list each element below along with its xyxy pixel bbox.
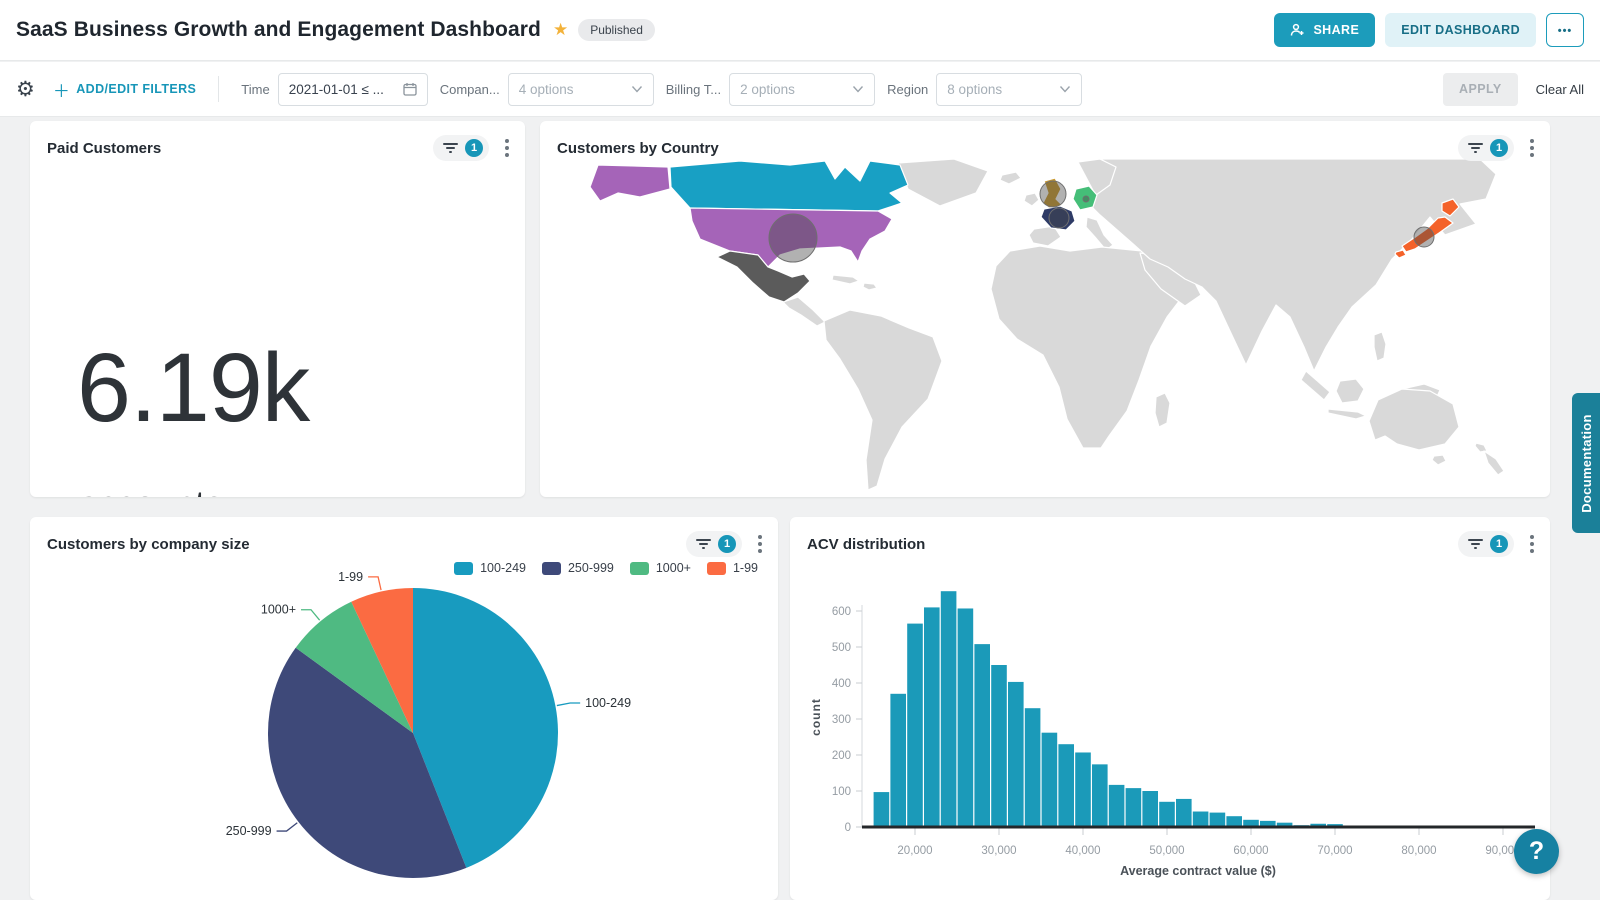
filter-lines-icon: [443, 142, 458, 154]
plus-icon: ＋: [53, 77, 70, 102]
filter-settings-gear-icon[interactable]: ⚙: [16, 77, 35, 102]
kpi-unit: accounts: [79, 483, 223, 497]
svg-text:400: 400: [832, 678, 851, 690]
legend-item[interactable]: 250-999: [542, 561, 614, 575]
time-filter-input[interactable]: 2021-01-01 ≤ ...: [278, 73, 428, 106]
panel-title: Paid Customers: [47, 140, 161, 157]
edit-dashboard-button[interactable]: EDIT DASHBOARD: [1385, 13, 1536, 47]
chevron-down-icon: [631, 85, 643, 93]
ellipsis-icon: •••: [1558, 25, 1573, 37]
filter-label-region: Region: [887, 82, 928, 97]
widget-filter-chip[interactable]: 1: [433, 135, 489, 161]
panel-title: Customers by company size: [47, 536, 250, 553]
svg-text:600: 600: [832, 606, 851, 618]
panel-title: Customers by Country: [557, 140, 719, 157]
widget-filter-chip[interactable]: 1: [1458, 531, 1514, 557]
svg-text:70,000: 70,000: [1317, 845, 1352, 857]
legend-swatch: [630, 562, 649, 575]
filter-group-time: Time 2021-01-01 ≤ ...: [241, 73, 427, 106]
customers-by-country-panel: Customers by Country 1: [540, 121, 1550, 497]
company-filter-select[interactable]: 4 options: [508, 73, 654, 106]
svg-text:20,000: 20,000: [897, 845, 932, 857]
svg-text:30,000: 30,000: [981, 845, 1016, 857]
svg-text:100-249: 100-249: [585, 696, 631, 710]
acv-histogram-chart[interactable]: 0 100 200 300 400 500 600 20,000 30,000 40,000 50,…: [790, 517, 1550, 900]
legend-label: 100-249: [480, 561, 526, 575]
paid-customers-panel: Paid Customers 1 6.19k accounts: [30, 121, 525, 497]
help-button[interactable]: ?: [1514, 829, 1559, 874]
svg-text:500: 500: [832, 642, 851, 654]
svg-text:0: 0: [845, 822, 851, 834]
svg-text:50,000: 50,000: [1149, 845, 1184, 857]
question-mark-icon: ?: [1529, 837, 1544, 866]
app-header: SaaS Business Growth and Engagement Dash…: [0, 0, 1600, 61]
filter-count-badge: 1: [465, 139, 483, 157]
chevron-down-icon: [1059, 85, 1071, 93]
clear-all-button[interactable]: Clear All: [1536, 82, 1584, 97]
favorite-star-icon[interactable]: ★: [553, 20, 568, 40]
published-badge: Published: [578, 19, 655, 41]
share-icon: [1290, 23, 1305, 37]
svg-text:1-99: 1-99: [338, 570, 363, 584]
filter-lines-icon: [1468, 142, 1483, 154]
legend-item[interactable]: 1-99: [707, 561, 758, 575]
svg-text:100: 100: [832, 786, 851, 798]
svg-text:200: 200: [832, 750, 851, 762]
filter-group-billing: Billing T... 2 options: [666, 73, 875, 106]
widget-menu-kebab-icon[interactable]: [1528, 533, 1536, 555]
chevron-down-icon: [852, 85, 864, 93]
panel-title: ACV distribution: [807, 536, 925, 553]
filter-label-company: Compan...: [440, 82, 500, 97]
widget-filter-chip[interactable]: 1: [686, 531, 742, 557]
kpi-value: 6.19k: [77, 339, 309, 436]
region-filter-select[interactable]: 8 options: [936, 73, 1082, 106]
filter-lines-icon: [1468, 538, 1483, 550]
header-more-button[interactable]: •••: [1546, 13, 1584, 47]
share-button[interactable]: SHARE: [1274, 13, 1375, 47]
widget-filter-chip[interactable]: 1: [1458, 135, 1514, 161]
pie-legend: 100-249 250-999 1000+ 1-99: [454, 561, 758, 575]
widget-menu-kebab-icon[interactable]: [1528, 137, 1536, 159]
filter-label-billing: Billing T...: [666, 82, 721, 97]
apply-button[interactable]: APPLY: [1443, 73, 1518, 106]
svg-text:300: 300: [832, 714, 851, 726]
widget-menu-kebab-icon[interactable]: [503, 137, 511, 159]
filter-label-time: Time: [241, 82, 269, 97]
legend-swatch: [707, 562, 726, 575]
legend-label: 250-999: [568, 561, 614, 575]
filter-count-badge: 1: [1490, 139, 1508, 157]
legend-label: 1000+: [656, 561, 691, 575]
calendar-icon: [403, 82, 417, 96]
svg-text:80,000: 80,000: [1401, 845, 1436, 857]
svg-text:250-999: 250-999: [226, 824, 272, 838]
divider: [218, 76, 219, 102]
dashboard-title: SaaS Business Growth and Engagement Dash…: [16, 18, 541, 42]
add-edit-filters-button[interactable]: ＋ ADD/EDIT FILTERS: [53, 77, 196, 102]
legend-label: 1-99: [733, 561, 758, 575]
filter-count-badge: 1: [1490, 535, 1508, 553]
legend-swatch: [454, 562, 473, 575]
svg-text:60,000: 60,000: [1233, 845, 1268, 857]
filter-group-company: Compan... 4 options: [440, 73, 654, 106]
documentation-tab[interactable]: Documentation: [1572, 393, 1600, 533]
legend-swatch: [542, 562, 561, 575]
world-map-chart[interactable]: [540, 159, 1550, 497]
widget-menu-kebab-icon[interactable]: [756, 533, 764, 555]
svg-text:Average contract value ($): Average contract value ($): [1120, 864, 1276, 878]
billing-filter-select[interactable]: 2 options: [729, 73, 875, 106]
svg-text:1000+: 1000+: [261, 603, 296, 617]
filter-count-badge: 1: [718, 535, 736, 553]
legend-item[interactable]: 100-249: [454, 561, 526, 575]
acv-distribution-panel: ACV distribution 1 0 100 200 300 400 500 600 20…: [790, 517, 1550, 900]
company-size-panel: Customers by company size 1 100-249 250-9…: [30, 517, 778, 900]
legend-item[interactable]: 1000+: [630, 561, 691, 575]
filter-lines-icon: [696, 538, 711, 550]
filter-bar: ⚙ ＋ ADD/EDIT FILTERS Time 2021-01-01 ≤ .…: [0, 62, 1600, 117]
filter-group-region: Region 8 options: [887, 73, 1082, 106]
svg-text:40,000: 40,000: [1065, 845, 1100, 857]
svg-text:count: count: [809, 698, 823, 736]
